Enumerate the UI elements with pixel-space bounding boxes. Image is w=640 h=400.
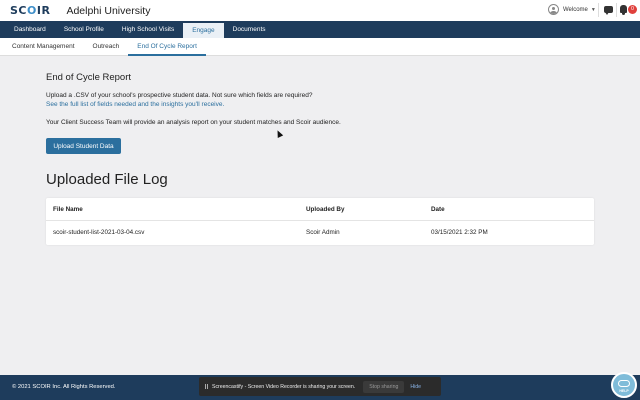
help-button[interactable]: HELP xyxy=(611,372,637,398)
help-label: HELP xyxy=(619,389,629,393)
file-log-table: File Name Uploaded By Date scoir-student… xyxy=(46,198,594,245)
subtab-outreach[interactable]: Outreach xyxy=(84,38,129,56)
notification-badge: 0 xyxy=(628,5,637,14)
share-message: Screencastify - Screen Video Recorder is… xyxy=(212,383,356,390)
stop-sharing-button[interactable]: Stop sharing xyxy=(363,380,405,393)
column-header-file-name: File Name xyxy=(53,206,83,213)
table-row: scoir-student-list-2021-03-04.csv Scoir … xyxy=(46,221,594,245)
copyright-text: © 2021 SCOIR Inc. All Rights Reserved. xyxy=(12,384,116,390)
screen-share-bar: Screencastify - Screen Video Recorder is… xyxy=(199,377,441,396)
chevron-down-icon: ▼ xyxy=(590,6,596,13)
uploaded-by-cell: Scoir Admin xyxy=(306,229,340,236)
page-title: End of Cycle Report xyxy=(46,72,132,83)
tab-dashboard[interactable]: Dashboard xyxy=(0,21,55,38)
drag-handle-icon[interactable] xyxy=(205,384,208,389)
user-menu[interactable]: Welcome ▼ xyxy=(548,4,596,15)
file-name-cell: scoir-student-list-2021-03-04.csv xyxy=(53,229,145,236)
divider xyxy=(598,3,599,17)
welcome-label: Welcome xyxy=(563,6,588,13)
upload-student-data-button[interactable]: Upload Student Data xyxy=(46,138,121,154)
column-header-uploaded-by: Uploaded By xyxy=(306,206,345,213)
tab-documents[interactable]: Documents xyxy=(224,21,275,38)
date-cell: 03/15/2021 2:32 PM xyxy=(431,229,488,236)
intro-text: Upload a .CSV of your school's prospecti… xyxy=(46,92,313,99)
fields-link[interactable]: See the full list of fields needed and t… xyxy=(46,101,224,108)
team-note: Your Client Success Team will provide an… xyxy=(46,119,341,126)
column-header-date: Date xyxy=(431,206,445,213)
subtab-end-of-cycle-report[interactable]: End Of Cycle Report xyxy=(128,38,206,56)
mouse-cursor-icon xyxy=(274,129,284,138)
file-log-title: Uploaded File Log xyxy=(46,171,168,188)
scoir-logo[interactable]: SCOIR xyxy=(10,4,50,17)
chat-icon[interactable] xyxy=(604,6,613,15)
help-chat-icon xyxy=(618,380,630,387)
tab-engage[interactable]: Engage xyxy=(183,23,224,38)
tab-high-school-visits[interactable]: High School Visits xyxy=(113,21,183,38)
bell-icon[interactable] xyxy=(620,5,627,15)
table-header: File Name Uploaded By Date xyxy=(46,198,594,221)
subtab-content-management[interactable]: Content Management xyxy=(0,38,84,56)
university-name: Adelphi University xyxy=(66,4,151,17)
avatar-icon xyxy=(548,4,559,15)
hide-button[interactable]: Hide xyxy=(410,384,421,390)
divider xyxy=(616,3,617,17)
tab-school-profile[interactable]: School Profile xyxy=(55,21,113,38)
sub-nav: Content Management Outreach End Of Cycle… xyxy=(0,38,640,56)
top-header: SCOIR Adelphi University Welcome ▼ 0 xyxy=(0,0,640,21)
main-nav: Dashboard School Profile High School Vis… xyxy=(0,21,640,38)
